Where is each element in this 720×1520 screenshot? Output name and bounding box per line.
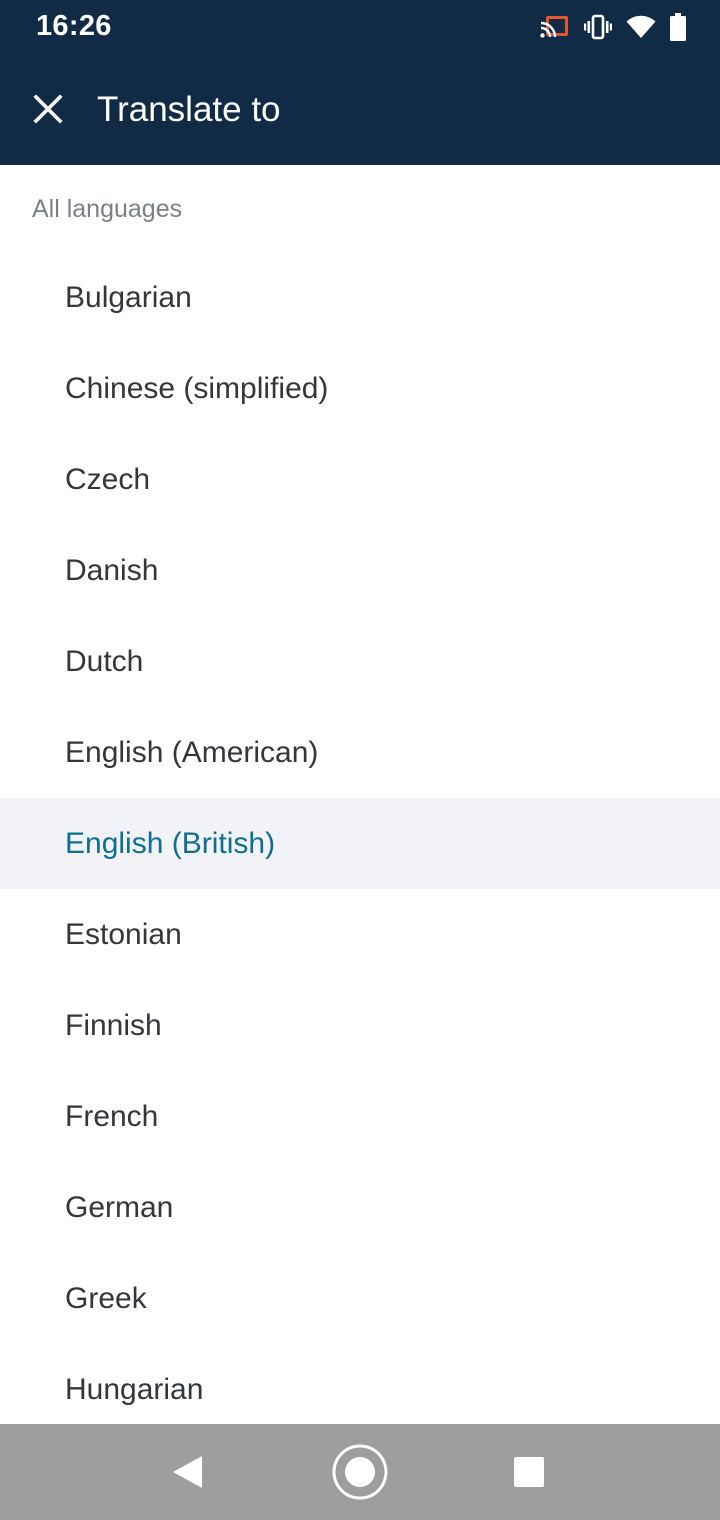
status-time: 16:26 xyxy=(36,10,112,42)
language-item[interactable]: Czech xyxy=(0,434,720,525)
language-list: Bulgarian Chinese (simplified) Czech Danish… xyxy=(0,252,720,1435)
battery-icon xyxy=(670,13,686,41)
language-item[interactable]: Hungarian xyxy=(0,1344,720,1435)
back-button[interactable] xyxy=(157,1442,217,1502)
language-item[interactable]: English (American) xyxy=(0,707,720,798)
language-item[interactable]: Chinese (simplified) xyxy=(0,343,720,434)
language-item[interactable]: Estonian xyxy=(0,889,720,980)
language-item[interactable]: Finnish xyxy=(0,980,720,1071)
back-icon xyxy=(173,1456,202,1488)
language-item[interactable]: Bulgarian xyxy=(0,252,720,343)
app-header: 16:26 Translate to xyxy=(0,0,720,165)
status-icons xyxy=(540,12,686,42)
wifi-icon xyxy=(626,15,656,39)
language-item[interactable]: Danish xyxy=(0,525,720,616)
recents-button[interactable] xyxy=(499,1442,559,1502)
page-title: Translate to xyxy=(97,90,281,129)
status-bar: 16:26 xyxy=(0,0,720,56)
recents-icon xyxy=(514,1457,544,1487)
section-label: All languages xyxy=(32,195,183,223)
home-icon xyxy=(332,1444,388,1500)
navigation-bar xyxy=(0,1424,720,1520)
vibrate-icon xyxy=(584,14,612,40)
language-item[interactable]: French xyxy=(0,1071,720,1162)
close-button[interactable] xyxy=(20,81,76,137)
language-item[interactable]: English (British) xyxy=(0,798,720,889)
toolbar: Translate to xyxy=(0,56,720,165)
close-icon xyxy=(33,94,63,124)
home-button[interactable] xyxy=(330,1442,390,1502)
language-item[interactable]: German xyxy=(0,1162,720,1253)
language-item[interactable]: Greek xyxy=(0,1253,720,1344)
cast-icon xyxy=(540,15,570,39)
language-item[interactable]: Dutch xyxy=(0,616,720,707)
